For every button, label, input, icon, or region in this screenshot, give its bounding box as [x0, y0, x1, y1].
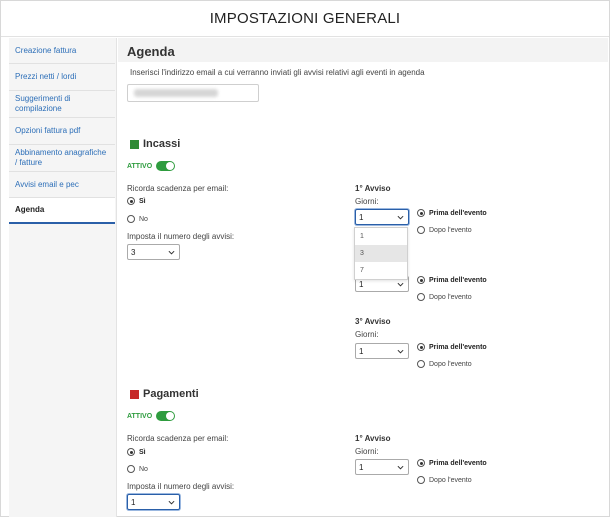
radio-checked-icon — [417, 276, 425, 284]
radio-unchecked-icon — [127, 215, 135, 223]
incassi-avviso3-giorni-value: 1 — [359, 346, 364, 356]
prima-label: Prima dell'evento — [429, 209, 487, 217]
incassi-numero-select[interactable]: 3 — [127, 244, 180, 260]
incassi-toggle[interactable] — [156, 161, 176, 171]
pagamenti-si-label: Sì — [139, 448, 146, 456]
incassi-title: Incassi — [143, 138, 181, 150]
sidebar: Creazione fattura Prezzi netti / lordi S… — [9, 38, 117, 517]
dropdown-option[interactable]: 1 — [355, 228, 407, 245]
pagamenti-avviso1-dopo[interactable]: Dopo l'evento — [417, 476, 472, 484]
pagamenti-attivo-label: ATTIVO — [127, 412, 153, 420]
pagamenti-avviso1-giorni-value: 1 — [359, 462, 364, 472]
prima-label: Prima dell'evento — [429, 276, 487, 284]
sidebar-item-abbinamento[interactable]: Abbinamento anagrafiche / fatture — [9, 145, 115, 172]
panel-header — [118, 38, 608, 62]
pagamenti-numero-label: Imposta il numero degli avvisi: — [127, 482, 235, 491]
incassi-numero-value: 3 — [131, 247, 136, 257]
pagamenti-title: Pagamenti — [143, 388, 199, 400]
pagamenti-heading: Pagamenti — [130, 388, 199, 400]
radio-checked-icon — [417, 459, 425, 467]
settings-window: IMPOSTAZIONI GENERALI Creazione fattura … — [0, 0, 610, 517]
incassi-numero-label: Imposta il numero degli avvisi: — [127, 232, 235, 241]
main-panel: Agenda Inserisci l'indirizzo email a cui… — [118, 38, 608, 517]
incassi-attivo: ATTIVO — [127, 161, 176, 171]
sidebar-item-opzioni-pdf[interactable]: Opzioni fattura pdf — [9, 118, 115, 145]
incassi-giorni3-label: Giorni: — [355, 330, 379, 339]
incassi-heading: Incassi — [130, 138, 180, 150]
incassi-giorni1-label: Giorni: — [355, 197, 379, 206]
radio-unchecked-icon — [417, 293, 425, 301]
giorni-dropdown-list: 1 3 7 — [354, 227, 408, 280]
incassi-avviso3-title: 3° Avviso — [355, 317, 391, 326]
pagamenti-color-square — [130, 389, 139, 399]
chevron-down-icon — [168, 500, 175, 505]
sidebar-item-prezzi[interactable]: Prezzi netti / lordi — [9, 64, 115, 91]
incassi-ricorda-label: Ricorda scadenza per email: — [127, 184, 229, 193]
pagamenti-avviso1-prima[interactable]: Prima dell'evento — [417, 459, 487, 467]
incassi-no-label: No — [139, 215, 148, 223]
incassi-radio-no[interactable]: No — [127, 215, 148, 223]
incassi-avviso2-dopo[interactable]: Dopo l'evento — [417, 293, 472, 301]
sidebar-item-agenda[interactable]: Agenda — [9, 198, 115, 224]
pagamenti-avviso1-title: 1° Avviso — [355, 434, 391, 443]
radio-unchecked-icon — [417, 476, 425, 484]
sidebar-item-avvisi-email[interactable]: Avvisi email e pec — [9, 172, 115, 198]
incassi-avviso1-giorni-select[interactable]: 1 — [355, 209, 409, 225]
radio-checked-icon — [417, 343, 425, 351]
pagamenti-attivo: ATTIVO — [127, 411, 176, 421]
page-title: IMPOSTAZIONI GENERALI — [1, 1, 609, 37]
chevron-down-icon — [168, 250, 175, 255]
incassi-attivo-label: ATTIVO — [127, 162, 153, 170]
incassi-avviso1-dopo[interactable]: Dopo l'evento — [417, 226, 472, 234]
incassi-avviso2-prima[interactable]: Prima dell'evento — [417, 276, 487, 284]
pagamenti-numero-value: 1 — [131, 497, 136, 507]
pagamenti-radio-no[interactable]: No — [127, 465, 148, 473]
dopo-label: Dopo l'evento — [429, 293, 472, 301]
prima-label: Prima dell'evento — [429, 343, 487, 351]
pagamenti-radio-si[interactable]: Sì — [127, 448, 146, 456]
incassi-avviso1-title: 1° Avviso — [355, 184, 391, 193]
radio-checked-icon — [127, 197, 135, 205]
radio-checked-icon — [417, 209, 425, 217]
incassi-radio-si[interactable]: Sì — [127, 197, 146, 205]
chevron-down-icon — [397, 465, 404, 470]
agenda-intro: Inserisci l'indirizzo email a cui verran… — [130, 68, 425, 77]
radio-unchecked-icon — [127, 465, 135, 473]
incassi-avviso3-giorni-select[interactable]: 1 — [355, 343, 409, 359]
sidebar-item-creazione-fattura[interactable]: Creazione fattura — [9, 38, 115, 64]
pagamenti-numero-select[interactable]: 1 — [127, 494, 180, 510]
pagamenti-ricorda-label: Ricorda scadenza per email: — [127, 434, 229, 443]
incassi-avviso3-prima[interactable]: Prima dell'evento — [417, 343, 487, 351]
dopo-label: Dopo l'evento — [429, 226, 472, 234]
incassi-avviso1-giorni-value: 1 — [359, 212, 364, 222]
pagamenti-avviso1-giorni-select[interactable]: 1 — [355, 459, 409, 475]
agenda-heading: Agenda — [127, 44, 175, 59]
sidebar-item-suggerimenti[interactable]: Suggerimenti di compilazione — [9, 91, 115, 118]
incassi-avviso1-prima[interactable]: Prima dell'evento — [417, 209, 487, 217]
radio-checked-icon — [127, 448, 135, 456]
email-value-blurred — [134, 89, 218, 97]
dropdown-option[interactable]: 3 — [355, 245, 407, 262]
incassi-avviso3-dopo[interactable]: Dopo l'evento — [417, 360, 472, 368]
dropdown-option[interactable]: 7 — [355, 262, 407, 279]
chevron-down-icon — [397, 282, 404, 287]
incassi-si-label: Sì — [139, 197, 146, 205]
incassi-avviso2-giorni-value: 1 — [359, 279, 364, 289]
pagamenti-toggle[interactable] — [156, 411, 176, 421]
radio-unchecked-icon — [417, 226, 425, 234]
dopo-label: Dopo l'evento — [429, 360, 472, 368]
pagamenti-giorni1-label: Giorni: — [355, 447, 379, 456]
radio-unchecked-icon — [417, 360, 425, 368]
dopo-label: Dopo l'evento — [429, 476, 472, 484]
incassi-color-square — [130, 139, 139, 149]
chevron-down-icon — [397, 349, 404, 354]
pagamenti-no-label: No — [139, 465, 148, 473]
chevron-down-icon — [397, 215, 404, 220]
prima-label: Prima dell'evento — [429, 459, 487, 467]
